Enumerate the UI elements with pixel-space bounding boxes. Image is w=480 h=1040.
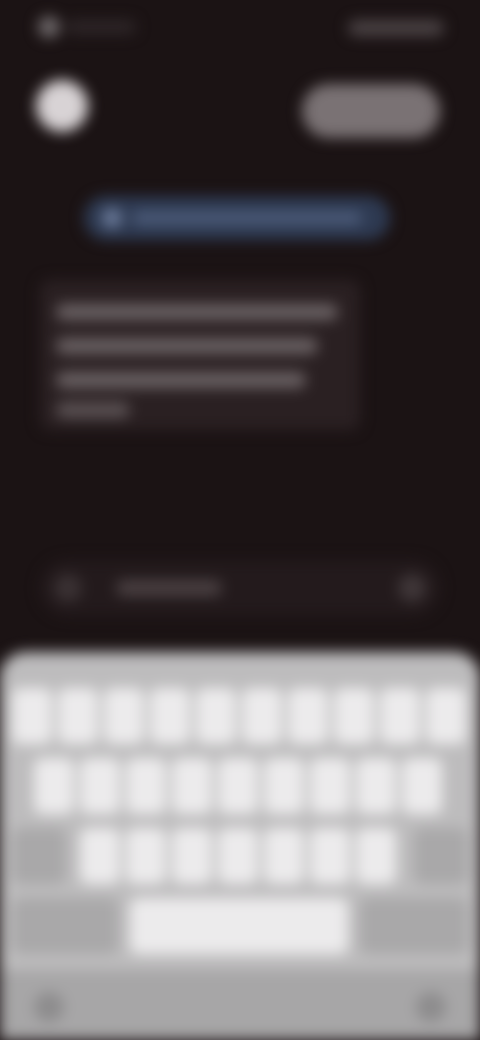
key[interactable]: u: [288, 688, 328, 744]
key[interactable]: t: [196, 688, 236, 744]
chip-label: [132, 211, 362, 225]
keyboard-row-1: q w e r t y u i o p: [0, 688, 480, 744]
backspace-key-icon[interactable]: [414, 828, 468, 884]
status-icons: [348, 20, 444, 36]
key[interactable]: z: [80, 828, 120, 884]
mic-icon[interactable]: [398, 574, 426, 602]
message-line: [56, 304, 338, 320]
key[interactable]: w: [58, 688, 98, 744]
compose-input[interactable]: [116, 580, 222, 596]
key[interactable]: q: [12, 688, 52, 744]
key[interactable]: p: [426, 688, 466, 744]
header-action-button[interactable]: [302, 84, 440, 138]
key[interactable]: c: [172, 828, 212, 884]
keyboard: q w e r t y u i o p a s d f g h j k l z …: [0, 652, 480, 1040]
message-line: [56, 372, 306, 388]
message-line: [56, 402, 130, 418]
space-key[interactable]: [130, 898, 348, 954]
status-dot-icon: [38, 16, 60, 38]
globe-icon[interactable]: [34, 992, 64, 1022]
key[interactable]: k: [356, 758, 396, 814]
message-line: [56, 338, 318, 354]
key[interactable]: e: [104, 688, 144, 744]
blurred-screen: q w e r t y u i o p a s d f g h j k l z …: [0, 0, 480, 1040]
key[interactable]: g: [218, 758, 258, 814]
numbers-key[interactable]: [12, 898, 118, 954]
key[interactable]: x: [126, 828, 166, 884]
compose-bar[interactable]: [40, 560, 440, 616]
key[interactable]: s: [80, 758, 120, 814]
key[interactable]: d: [126, 758, 166, 814]
message-card: [40, 280, 360, 430]
key[interactable]: f: [172, 758, 212, 814]
chip-icon: [102, 208, 122, 228]
key[interactable]: l: [402, 758, 442, 814]
keyboard-row-3: z x c v b n m: [0, 828, 480, 884]
key[interactable]: i: [334, 688, 374, 744]
key[interactable]: o: [380, 688, 420, 744]
suggestion-chip[interactable]: [84, 196, 390, 240]
key[interactable]: a: [34, 758, 74, 814]
key[interactable]: b: [264, 828, 304, 884]
key[interactable]: h: [264, 758, 304, 814]
add-icon[interactable]: [54, 574, 82, 602]
avatar[interactable]: [36, 80, 88, 132]
keyboard-row-2: a s d f g h j k l: [0, 758, 480, 814]
dictation-icon[interactable]: [416, 992, 446, 1022]
key[interactable]: v: [218, 828, 258, 884]
key[interactable]: m: [356, 828, 396, 884]
key[interactable]: n: [310, 828, 350, 884]
status-time: [66, 20, 136, 34]
shift-key-icon[interactable]: [12, 828, 66, 884]
key[interactable]: j: [310, 758, 350, 814]
key[interactable]: r: [150, 688, 190, 744]
keyboard-row-4: [0, 898, 480, 954]
return-key[interactable]: [360, 898, 468, 954]
status-bar: [0, 0, 480, 56]
key[interactable]: y: [242, 688, 282, 744]
keyboard-bottom-bar: [0, 970, 480, 1040]
